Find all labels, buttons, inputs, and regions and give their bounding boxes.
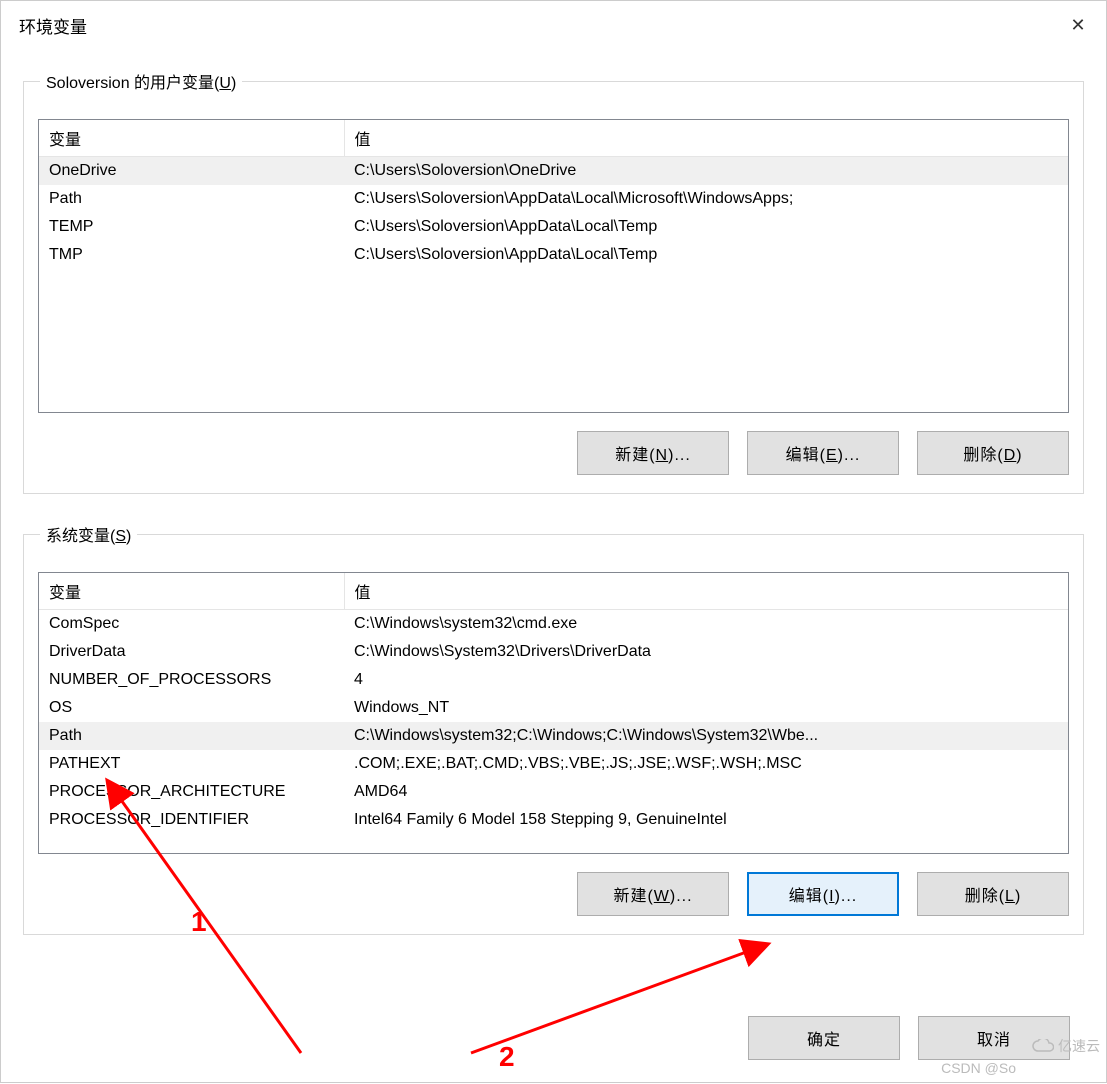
cell-value: C:\Windows\system32;C:\Windows;C:\Window…: [344, 722, 1068, 750]
watermark-csdn: CSDN @So: [941, 1060, 1016, 1076]
legend-text: 系统变量(: [46, 528, 115, 545]
user-new-button[interactable]: 新建(N)...: [577, 431, 729, 475]
legend-text: ): [231, 75, 236, 92]
col-header-variable[interactable]: 变量: [39, 573, 344, 610]
table-row[interactable]: DriverDataC:\Windows\System32\Drivers\Dr…: [39, 638, 1068, 666]
table-row[interactable]: TMPC:\Users\Soloversion\AppData\Local\Te…: [39, 241, 1068, 269]
system-variables-group: 系统变量(S) 变量 值 ComSpecC:\Windows\system32\…: [23, 522, 1084, 935]
col-header-variable[interactable]: 变量: [39, 120, 344, 157]
cell-variable: PROCESSOR_ARCHITECTURE: [39, 778, 344, 806]
legend-text: ): [126, 528, 131, 545]
cell-variable: TMP: [39, 241, 344, 269]
table-row[interactable]: ComSpecC:\Windows\system32\cmd.exe: [39, 610, 1068, 639]
cell-variable: NUMBER_OF_PROCESSORS: [39, 666, 344, 694]
user-vars-table-container[interactable]: 变量 值 OneDriveC:\Users\Soloversion\OneDri…: [38, 119, 1069, 413]
user-group-legend: Soloversion 的用户变量(U): [40, 69, 242, 93]
cell-variable: PROCESSOR_IDENTIFIER: [39, 806, 344, 834]
sys-edit-button[interactable]: 编辑(I)...: [747, 872, 899, 916]
table-row[interactable]: NUMBER_OF_PROCESSORS4: [39, 666, 1068, 694]
col-header-value[interactable]: 值: [344, 573, 1068, 610]
cell-value: C:\Users\Soloversion\AppData\Local\Micro…: [344, 185, 1068, 213]
table-row[interactable]: PROCESSOR_IDENTIFIERIntel64 Family 6 Mod…: [39, 806, 1068, 834]
cell-value: C:\Windows\system32\cmd.exe: [344, 610, 1068, 639]
table-row[interactable]: OneDriveC:\Users\Soloversion\OneDrive: [39, 157, 1068, 186]
table-row[interactable]: PATHEXT.COM;.EXE;.BAT;.CMD;.VBS;.VBE;.JS…: [39, 750, 1068, 778]
cell-variable: ComSpec: [39, 610, 344, 639]
cell-value: 4: [344, 666, 1068, 694]
cloud-icon: [1032, 1039, 1054, 1056]
cell-variable: DriverData: [39, 638, 344, 666]
user-delete-button[interactable]: 删除(D): [917, 431, 1069, 475]
sys-new-button[interactable]: 新建(W)...: [577, 872, 729, 916]
user-buttons-row: 新建(N)... 编辑(E)... 删除(D): [38, 431, 1069, 475]
legend-text: Soloversion 的用户变量(: [46, 75, 219, 92]
sys-vars-table: 变量 值 ComSpecC:\Windows\system32\cmd.exeD…: [39, 573, 1068, 834]
user-edit-button[interactable]: 编辑(E)...: [747, 431, 899, 475]
close-icon: ✕: [1070, 15, 1085, 36]
sys-delete-button[interactable]: 删除(L): [917, 872, 1069, 916]
table-row[interactable]: PathC:\Users\Soloversion\AppData\Local\M…: [39, 185, 1068, 213]
sys-buttons-row: 新建(W)... 编辑(I)... 删除(L): [38, 872, 1069, 916]
cell-variable: TEMP: [39, 213, 344, 241]
cell-value: .COM;.EXE;.BAT;.CMD;.VBS;.VBE;.JS;.JSE;.…: [344, 750, 1068, 778]
dialog-title: 环境变量: [19, 13, 87, 38]
ok-button[interactable]: 确定: [748, 1016, 900, 1060]
cell-value: Intel64 Family 6 Model 158 Stepping 9, G…: [344, 806, 1068, 834]
cell-variable: OneDrive: [39, 157, 344, 186]
user-vars-table: 变量 值 OneDriveC:\Users\Soloversion\OneDri…: [39, 120, 1068, 269]
env-vars-dialog: 环境变量 ✕ Soloversion 的用户变量(U) 变量 值: [0, 0, 1107, 1083]
close-button[interactable]: ✕: [1050, 1, 1106, 49]
table-row[interactable]: TEMPC:\Users\Soloversion\AppData\Local\T…: [39, 213, 1068, 241]
cell-value: C:\Users\Soloversion\OneDrive: [344, 157, 1068, 186]
cell-variable: Path: [39, 185, 344, 213]
cell-variable: PATHEXT: [39, 750, 344, 778]
cell-variable: OS: [39, 694, 344, 722]
table-row[interactable]: OSWindows_NT: [39, 694, 1068, 722]
cell-value: AMD64: [344, 778, 1068, 806]
col-header-value[interactable]: 值: [344, 120, 1068, 157]
watermark-text: 亿速云: [1058, 1038, 1100, 1054]
sys-group-legend: 系统变量(S): [40, 522, 137, 546]
cell-value: C:\Users\Soloversion\AppData\Local\Temp: [344, 213, 1068, 241]
legend-hotkey: U: [219, 75, 231, 92]
sys-vars-table-container[interactable]: 变量 值 ComSpecC:\Windows\system32\cmd.exeD…: [38, 572, 1069, 854]
cell-variable: Path: [39, 722, 344, 750]
watermark-yisu: 亿速云: [1032, 1036, 1100, 1056]
table-row[interactable]: PathC:\Windows\system32;C:\Windows;C:\Wi…: [39, 722, 1068, 750]
cell-value: C:\Windows\System32\Drivers\DriverData: [344, 638, 1068, 666]
table-row[interactable]: PROCESSOR_ARCHITECTUREAMD64: [39, 778, 1068, 806]
dialog-content: Soloversion 的用户变量(U) 变量 值 OneDriveC:\Use…: [1, 49, 1106, 935]
legend-hotkey: S: [115, 528, 126, 545]
user-variables-group: Soloversion 的用户变量(U) 变量 值 OneDriveC:\Use…: [23, 69, 1084, 494]
cell-value: C:\Users\Soloversion\AppData\Local\Temp: [344, 241, 1068, 269]
titlebar: 环境变量 ✕: [1, 1, 1106, 49]
cell-value: Windows_NT: [344, 694, 1068, 722]
